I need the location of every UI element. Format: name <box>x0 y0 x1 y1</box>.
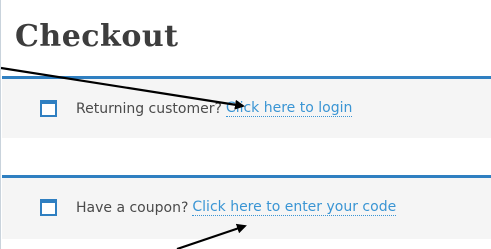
returning-customer-text: Returning customer? <box>76 100 222 117</box>
coupon-notice: Have a coupon? Click here to enter your … <box>2 175 491 239</box>
coupon-text: Have a coupon? <box>76 199 189 216</box>
window-icon <box>40 199 57 216</box>
window-icon <box>40 100 57 117</box>
login-link[interactable]: Click here to login <box>225 100 353 117</box>
checkout-page: Checkout Returning customer? Click here … <box>0 0 491 249</box>
returning-customer-notice-content: Returning customer? Click here to login <box>40 100 353 117</box>
enter-coupon-link[interactable]: Click here to enter your code <box>192 199 397 216</box>
notice-spacer <box>2 138 491 175</box>
returning-customer-notice: Returning customer? Click here to login <box>2 76 491 138</box>
coupon-notice-content: Have a coupon? Click here to enter your … <box>40 199 397 216</box>
page-title: Checkout <box>15 19 179 54</box>
